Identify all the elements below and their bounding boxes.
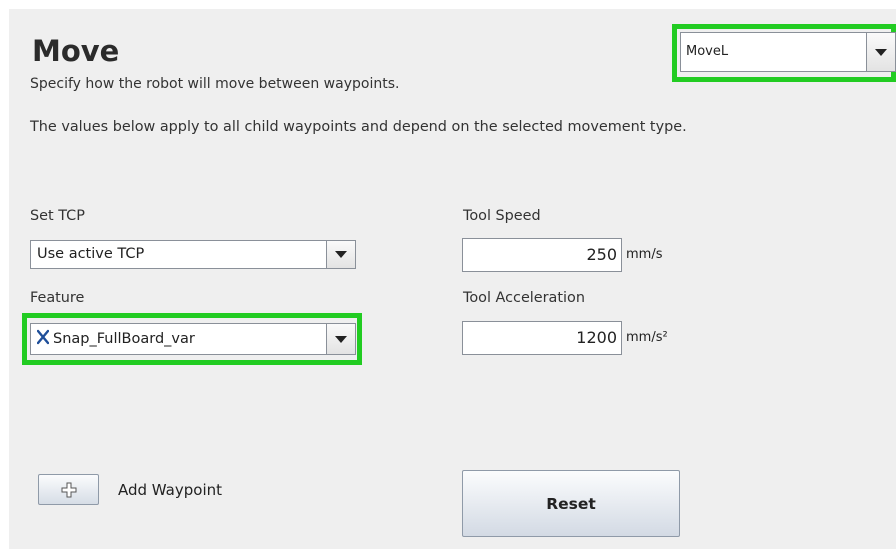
tcp-select[interactable]: Use active TCP [30,240,356,269]
plus-icon [61,482,76,497]
feature-dropdown-button[interactable] [326,324,355,354]
tool-speed-unit: mm/s [626,247,663,262]
tcp-dropdown-button[interactable] [326,241,355,268]
page-subtitle: Specify how the robot will move between … [30,76,400,92]
feature-label: Feature [30,290,85,306]
page-description: The values below apply to all child wayp… [30,119,687,135]
move-type-dropdown-button[interactable] [866,33,895,71]
move-type-select[interactable]: MoveL [680,32,896,72]
chevron-down-icon [335,251,347,258]
tool-speed-input[interactable]: 250 [462,238,622,272]
chevron-down-icon [875,48,887,56]
reset-button[interactable]: Reset [462,470,680,537]
tool-acceleration-label: Tool Acceleration [463,290,585,306]
tcp-value: Use active TCP [37,246,145,262]
feature-value: Snap_FullBoard_var [53,331,195,347]
add-waypoint-button[interactable] [38,474,99,505]
feature-select[interactable]: Snap_FullBoard_var [30,323,356,355]
tool-speed-label: Tool Speed [463,208,541,224]
chevron-down-icon [335,335,347,343]
tcp-label: Set TCP [30,208,85,224]
tool-acceleration-unit: mm/s² [626,330,668,345]
tool-acceleration-input[interactable]: 1200 [462,321,622,355]
variable-x-icon [37,329,49,345]
move-type-value: MoveL [686,44,729,59]
add-waypoint-label: Add Waypoint [118,481,223,499]
page-title: Move [32,34,120,68]
